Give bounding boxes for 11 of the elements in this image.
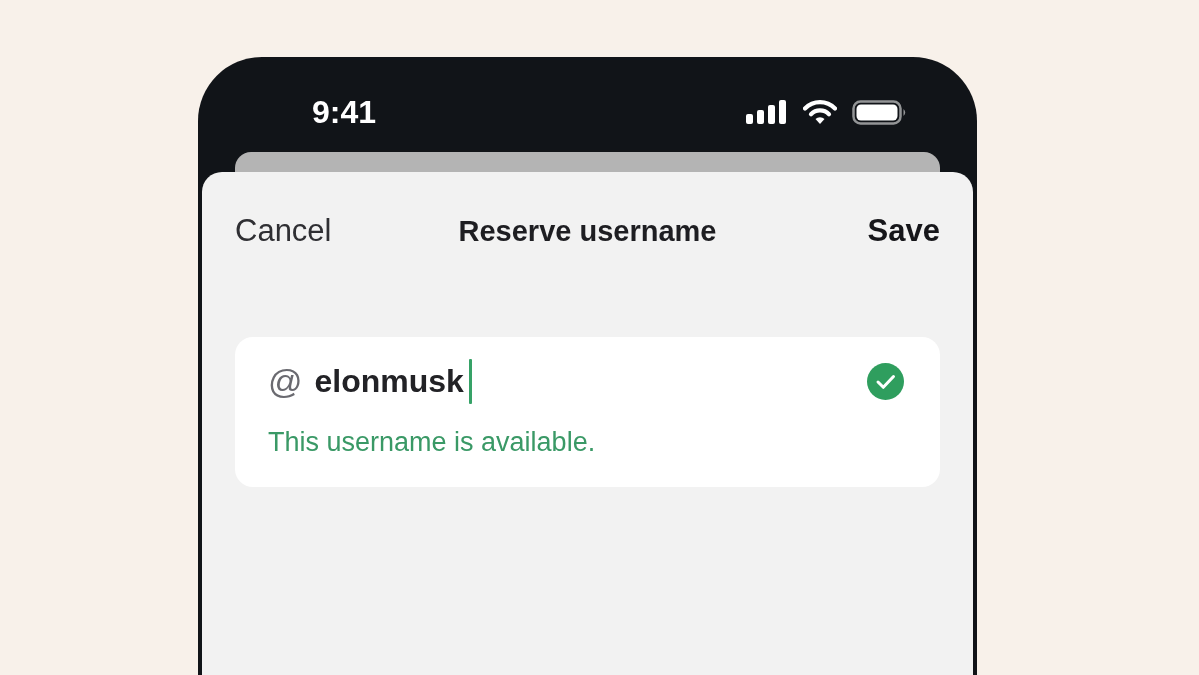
at-prefix: @ [268, 361, 303, 402]
status-time: 9:41 [312, 93, 377, 131]
availability-message: This username is available. [268, 426, 597, 459]
username-input-field[interactable]: @ elonmusk This username is available. [235, 337, 940, 487]
username-value: elonmusk [314, 362, 464, 401]
battery-icon [852, 99, 907, 125]
save-button[interactable]: Save [867, 211, 940, 251]
wifi-icon [803, 100, 837, 124]
signal-icon [746, 100, 788, 124]
sheet-title: Reserve username [458, 214, 717, 249]
cancel-button[interactable]: Cancel [235, 211, 332, 251]
